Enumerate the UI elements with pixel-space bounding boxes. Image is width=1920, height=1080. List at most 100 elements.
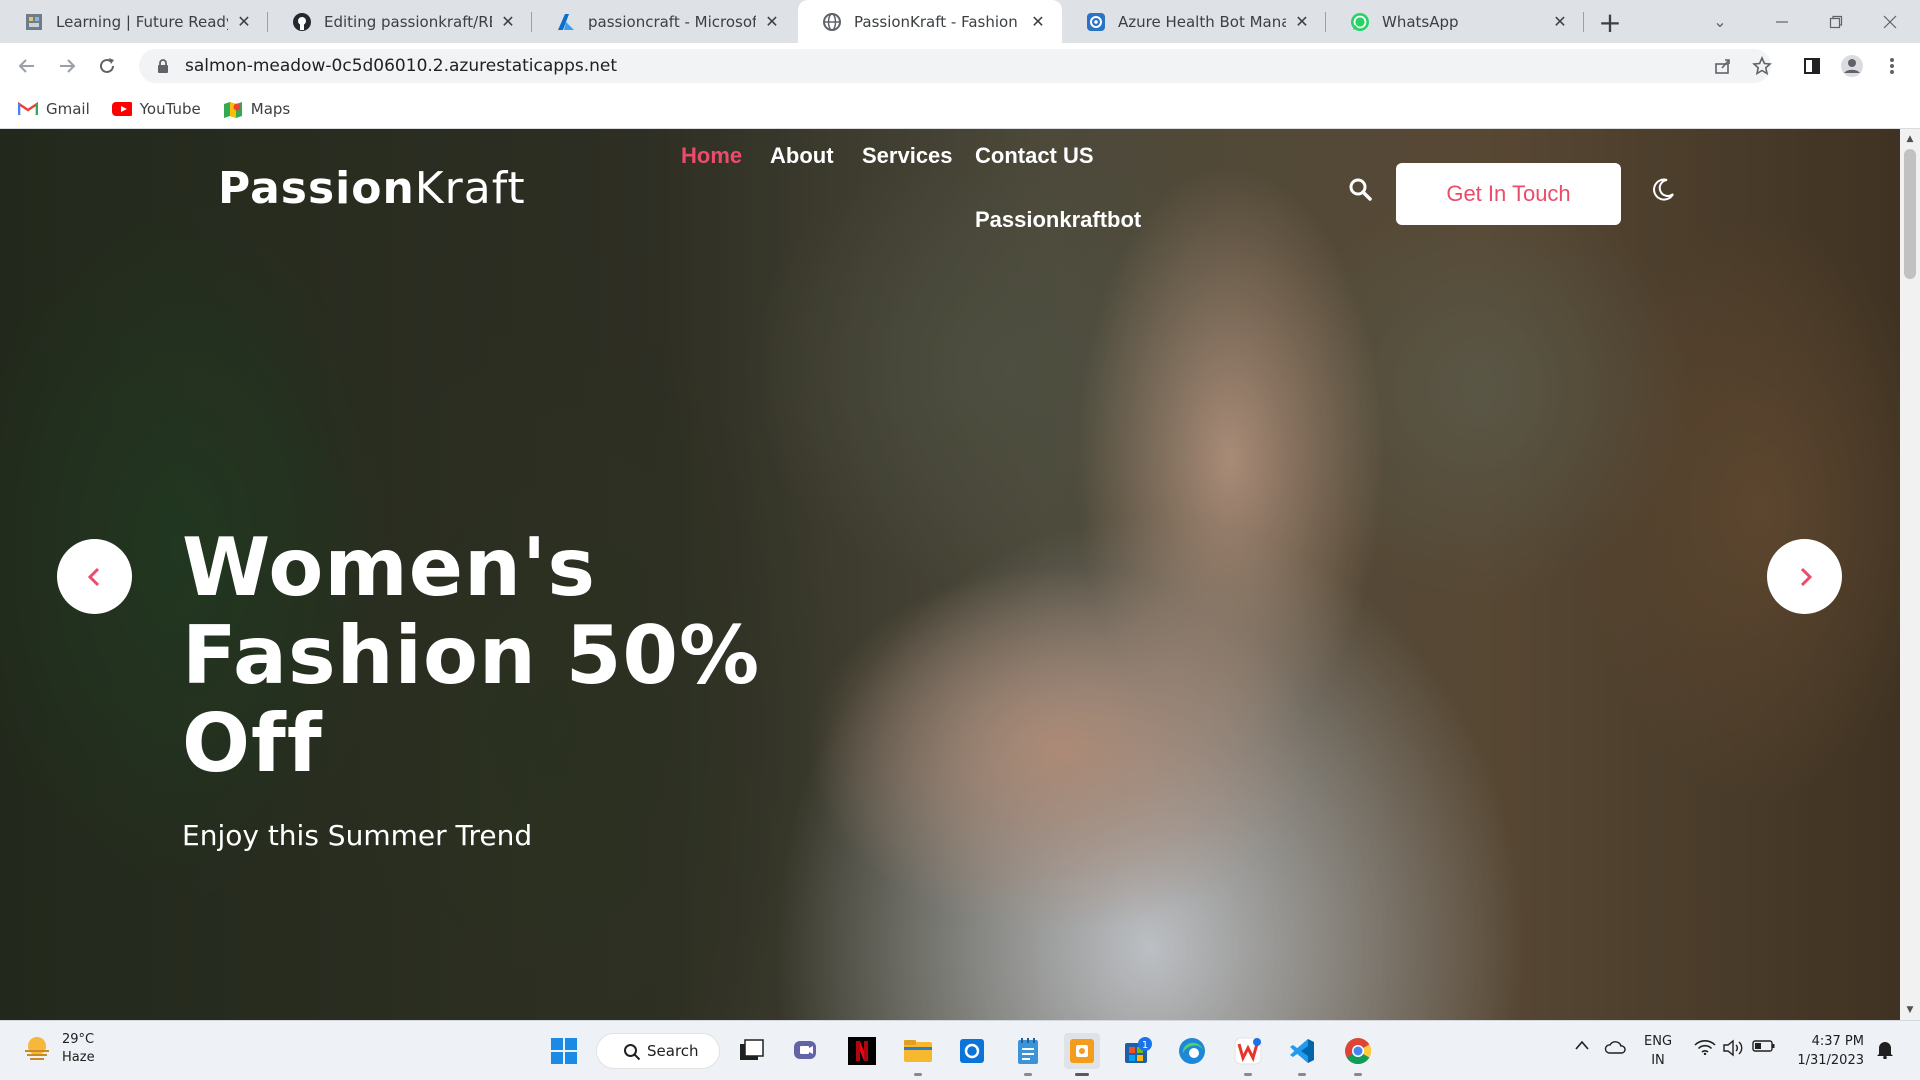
close-icon[interactable]: ✕ <box>1292 12 1312 32</box>
edge-icon[interactable] <box>1174 1033 1210 1069</box>
haze-sun-icon <box>25 1037 49 1060</box>
page-scrollbar[interactable]: ▲ ▼ <box>1900 129 1920 1020</box>
tab-title: Azure Health Bot Managem <box>1118 12 1286 31</box>
bookmarks-bar: Gmail YouTube Maps <box>0 89 1920 129</box>
nav-passionkraftbot[interactable]: Passionkraftbot <box>975 207 1141 233</box>
battery-icon[interactable] <box>1752 1039 1776 1053</box>
notepad-icon[interactable] <box>1010 1033 1046 1076</box>
store-icon[interactable]: 1 <box>1120 1033 1156 1069</box>
chrome-icon[interactable] <box>1340 1033 1376 1076</box>
scrollbar-thumb[interactable] <box>1904 149 1916 279</box>
running-indicator <box>914 1073 922 1076</box>
globe-icon <box>822 12 842 32</box>
bookmark-maps[interactable]: Maps <box>223 100 290 118</box>
carousel-next-button[interactable] <box>1767 539 1842 614</box>
tab-passionkraft[interactable]: PassionKraft - Fashion Cate ✕ <box>798 0 1062 43</box>
taskbar-search-box[interactable]: Search <box>596 1033 720 1069</box>
whatsapp-icon <box>1350 12 1370 32</box>
notifications-bell-icon[interactable] <box>1876 1039 1894 1059</box>
minimize-button[interactable] <box>1752 0 1812 43</box>
tab-separator <box>1583 12 1584 32</box>
notification-badge: 1 <box>1142 1040 1148 1051</box>
onedrive-cloud-icon[interactable] <box>1604 1039 1626 1055</box>
hero-title-line: Off <box>182 697 323 790</box>
hero-title-line: Fashion 50% <box>182 609 761 702</box>
chevron-right-icon <box>1800 567 1812 586</box>
bookmark-gmail[interactable]: Gmail <box>18 100 90 118</box>
browser-toolbar: salmon-meadow-0c5d06010.2.azurestaticapp… <box>0 43 1920 89</box>
close-icon[interactable]: ✕ <box>762 12 782 32</box>
gmail-icon <box>18 101 38 117</box>
share-icon[interactable] <box>1709 52 1737 80</box>
show-hidden-icons-chevron-up-icon[interactable] <box>1574 1039 1590 1051</box>
bookmark-label: Maps <box>250 99 291 118</box>
app-orange-icon[interactable] <box>1064 1033 1100 1076</box>
search-label: Search <box>647 1042 699 1060</box>
chevron-left-icon <box>87 567 99 586</box>
forward-button[interactable] <box>50 49 84 83</box>
nav-about[interactable]: About <box>770 143 834 169</box>
dark-mode-moon-icon[interactable] <box>1648 175 1678 205</box>
tab-whatsapp[interactable]: WhatsApp ✕ <box>1326 0 1584 43</box>
running-indicator <box>1244 1073 1252 1076</box>
profile-avatar-icon[interactable] <box>1838 52 1866 80</box>
tab-azure[interactable]: passioncraft - Microsoft Azu ✕ <box>532 0 796 43</box>
hero-section: PassionKraft Home About Services Contact… <box>0 129 1900 1020</box>
close-icon[interactable]: ✕ <box>1028 12 1048 32</box>
outlook-icon[interactable] <box>954 1033 990 1069</box>
weather-widget[interactable]: 29°C Haze <box>22 1031 95 1067</box>
address-bar[interactable]: salmon-meadow-0c5d06010.2.azurestaticapp… <box>139 49 1771 83</box>
tab-strip: Learning | Future Ready Tale ✕ Editing p… <box>0 0 1920 43</box>
new-tab-button[interactable]: + <box>1594 6 1626 39</box>
nav-home[interactable]: Home <box>681 143 742 169</box>
bookmark-label: YouTube <box>139 99 201 118</box>
restore-button[interactable] <box>1806 0 1866 43</box>
clock-date: 1/31/2023 <box>1797 1053 1864 1068</box>
wps-office-icon[interactable] <box>1230 1033 1266 1076</box>
close-icon[interactable]: ✕ <box>234 12 254 32</box>
menu-kebab-icon[interactable] <box>1878 52 1906 80</box>
weather-temp: 29°C <box>62 1032 95 1047</box>
language-indicator[interactable]: ENG IN <box>1644 1032 1672 1070</box>
task-view-icon[interactable] <box>734 1033 770 1069</box>
system-clock[interactable]: 4:37 PM 1/31/2023 <box>1784 1032 1864 1070</box>
youtube-icon <box>111 101 132 117</box>
close-window-button[interactable] <box>1860 0 1920 43</box>
search-icon[interactable] <box>1346 175 1374 203</box>
health-bot-icon <box>1086 12 1106 32</box>
get-in-touch-button[interactable]: Get In Touch <box>1396 163 1621 225</box>
nav-contact-us[interactable]: Contact US <box>975 143 1094 169</box>
back-button[interactable] <box>10 49 44 83</box>
bookmark-label: Gmail <box>46 99 90 118</box>
reload-button[interactable] <box>90 49 124 83</box>
running-indicator <box>1024 1073 1032 1076</box>
tab-github[interactable]: Editing passionkraft/READM ✕ <box>268 0 532 43</box>
carousel-prev-button[interactable] <box>57 539 132 614</box>
tab-health-bot[interactable]: Azure Health Bot Managem ✕ <box>1062 0 1326 43</box>
bookmark-youtube[interactable]: YouTube <box>111 99 201 118</box>
file-explorer-icon[interactable] <box>900 1033 936 1076</box>
vscode-icon[interactable] <box>1284 1033 1320 1076</box>
hero-subtitle: Enjoy this Summer Trend <box>182 819 533 852</box>
github-icon <box>292 12 312 32</box>
nav-services[interactable]: Services <box>862 143 953 169</box>
netflix-icon[interactable] <box>844 1033 880 1069</box>
tab-learning[interactable]: Learning | Future Ready Tale ✕ <box>0 0 268 43</box>
scroll-down-arrow-icon[interactable]: ▼ <box>1900 1002 1920 1018</box>
side-panel-icon[interactable] <box>1798 52 1826 80</box>
bookmark-star-icon[interactable] <box>1748 52 1776 80</box>
lock-icon[interactable] <box>153 56 173 76</box>
site-logo[interactable]: PassionKraft <box>218 163 526 214</box>
maps-icon <box>223 101 243 118</box>
hero-title-line: Women's <box>182 521 597 614</box>
teams-icon[interactable] <box>788 1033 824 1069</box>
tab-search-icon[interactable]: ⌄ <box>1690 0 1750 43</box>
wifi-icon[interactable] <box>1694 1039 1716 1055</box>
windows-taskbar: 29°C Haze Search 1 ENG IN 4:37 PM 1/31/2… <box>0 1020 1920 1080</box>
close-icon[interactable]: ✕ <box>498 12 518 32</box>
scroll-up-arrow-icon[interactable]: ▲ <box>1900 131 1920 147</box>
windows-start-icon[interactable] <box>546 1033 582 1069</box>
volume-icon[interactable] <box>1722 1039 1744 1057</box>
close-icon[interactable]: ✕ <box>1550 12 1570 32</box>
logo-bold-text: Passion <box>218 163 415 214</box>
